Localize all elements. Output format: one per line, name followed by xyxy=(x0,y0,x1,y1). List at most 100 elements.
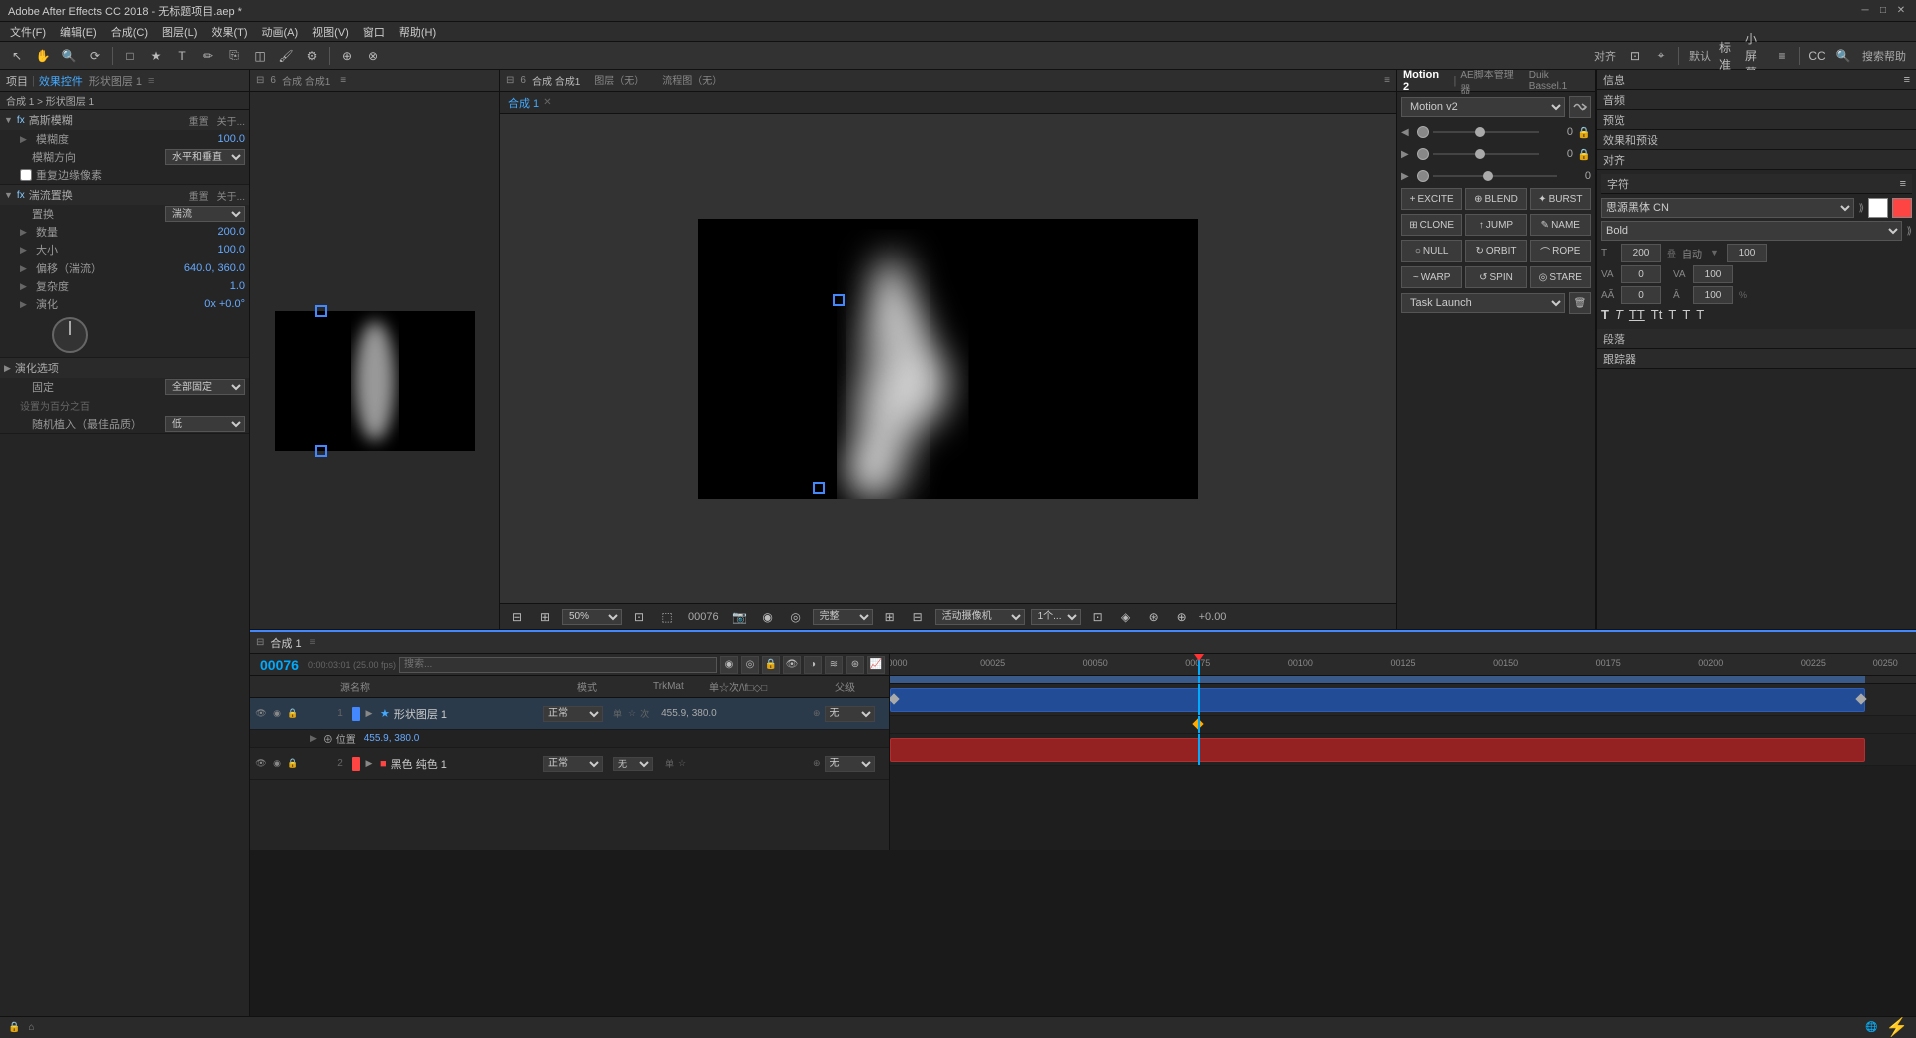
tool-select[interactable]: ↖ xyxy=(6,45,28,67)
burst-btn[interactable]: ✦ BURST xyxy=(1530,188,1591,210)
layer1-bar[interactable] xyxy=(890,688,1865,712)
evolution-dial[interactable] xyxy=(52,317,88,353)
slider3-track[interactable] xyxy=(1433,175,1557,177)
workspace-small[interactable]: 小屏幕 xyxy=(1745,45,1767,67)
rope-btn[interactable]: ⌒ ROPE xyxy=(1530,240,1591,262)
leading-input[interactable] xyxy=(1727,244,1767,262)
vc-camera2[interactable]: ⊕ xyxy=(1171,606,1193,628)
slider1-track[interactable] xyxy=(1433,131,1539,133)
transform-handle-bl[interactable] xyxy=(315,445,327,457)
stroke-color-swatch[interactable] xyxy=(1892,198,1912,218)
turbulent-reset[interactable]: 重置 xyxy=(189,188,209,203)
vc-region[interactable]: ⬚ xyxy=(656,606,678,628)
ae-icon-btn[interactable]: ⚡ xyxy=(1886,1017,1908,1038)
blur-dir-dropdown[interactable]: 水平和垂直 水平 垂直 xyxy=(165,149,245,165)
task-clear-btn[interactable]: 🗑 xyxy=(1569,292,1591,314)
layer1-solo[interactable]: ◉ xyxy=(270,707,284,721)
vc-overlay[interactable]: ⊛ xyxy=(1143,606,1165,628)
motion-version-dropdown[interactable]: Motion v2 Motion v1 xyxy=(1401,97,1565,117)
tool-shape-star[interactable]: ★ xyxy=(145,45,167,67)
size-value[interactable]: 100.0 xyxy=(217,244,245,256)
layer1-eye[interactable]: 👁 xyxy=(254,707,268,721)
quality-dropdown[interactable]: 完整 半 三分之一 xyxy=(813,609,873,625)
amount-value[interactable]: 200.0 xyxy=(217,226,245,238)
tool-pen[interactable]: ✏ xyxy=(197,45,219,67)
camera-dropdown[interactable]: 活动摄像机 xyxy=(935,609,1025,625)
tool-roto[interactable]: 🖌 xyxy=(275,45,297,67)
offset-value[interactable]: 640.0, 360.0 xyxy=(184,262,245,274)
superscript-btn[interactable]: T xyxy=(1668,307,1676,322)
reset-btn[interactable]: 重置 xyxy=(189,113,209,128)
tool-zoom[interactable]: 🔍 xyxy=(58,45,80,67)
subscript-btn[interactable]: T xyxy=(1682,307,1690,322)
zoom-dropdown[interactable]: 50% 100% 25% xyxy=(562,609,622,625)
vc-solo[interactable]: ◈ xyxy=(1115,606,1137,628)
status-globe[interactable]: 🌐 xyxy=(1865,1022,1877,1033)
vc-render-opt[interactable]: ◉ xyxy=(757,606,779,628)
tl-graph-btn[interactable]: 📈 xyxy=(867,656,885,674)
orbit-btn[interactable]: ↻ ORBIT xyxy=(1465,240,1526,262)
slider3-expand[interactable]: ▶ xyxy=(1401,171,1413,182)
comp-tab-close[interactable]: ✕ xyxy=(543,97,551,108)
tool-text[interactable]: T xyxy=(171,45,193,67)
strikethrough-btn[interactable]: T xyxy=(1696,307,1704,322)
tl-frame-blend-btn[interactable]: ≋ xyxy=(825,656,843,674)
bold-btn[interactable]: T xyxy=(1601,307,1609,322)
excite-btn[interactable]: + EXCITE xyxy=(1401,188,1462,210)
weight-arrow-btn[interactable]: ⟫ xyxy=(1906,226,1912,237)
tl-lock-btn[interactable]: 🔒 xyxy=(762,656,780,674)
repeat-edge-checkbox[interactable] xyxy=(20,169,32,181)
workspace-menu[interactable]: ≡ xyxy=(1771,45,1793,67)
layer-count-dropdown[interactable]: 1个... xyxy=(1031,609,1081,625)
clone-btn[interactable]: ⊞ CLONE xyxy=(1401,214,1462,236)
menu-edit[interactable]: 编辑(E) xyxy=(54,22,103,42)
tab-flowchart[interactable]: 流程图（无） xyxy=(654,70,730,91)
workspace-std[interactable]: 标准 xyxy=(1719,45,1741,67)
vc-preview2[interactable]: ⊟ xyxy=(907,606,929,628)
tl-shy-btn[interactable]: ◑ xyxy=(804,656,822,674)
layer1-mode[interactable]: 正常 xyxy=(543,706,603,722)
layer-row-1[interactable]: 👁 ◉ 🔒 1 ▶ ★ 形状图层 1 xyxy=(250,698,889,730)
pos-expand[interactable]: ▶ xyxy=(310,733,317,744)
slider3-thumb[interactable] xyxy=(1483,171,1493,181)
status-home[interactable]: ⌂ xyxy=(28,1022,34,1033)
name-btn[interactable]: ✎ NAME xyxy=(1530,214,1591,236)
layer1-switch2[interactable]: ☆ xyxy=(628,708,636,719)
layer2-eye[interactable]: 👁 xyxy=(254,757,268,771)
tl-motion-btn[interactable]: ◎ xyxy=(741,656,759,674)
menu-effect[interactable]: 效果(T) xyxy=(205,22,253,42)
vc-resize[interactable]: ⊞ xyxy=(879,606,901,628)
turbulent-header[interactable]: ▼ fx 湍流置换 重置 关于... xyxy=(0,185,249,205)
timeline-search[interactable] xyxy=(399,657,717,673)
lock-icon-2[interactable]: 🔒 xyxy=(1577,148,1591,161)
tracking-input[interactable] xyxy=(1621,265,1661,283)
layer1-switch3[interactable]: 次 xyxy=(640,707,649,720)
pin-dropdown[interactable]: 全部固定 无 xyxy=(165,379,245,395)
text-color-swatch[interactable] xyxy=(1868,198,1888,218)
lock-icon-1[interactable]: 🔒 xyxy=(1577,126,1591,139)
font-family-select[interactable]: 思源黑体 CN xyxy=(1601,198,1854,218)
slider1-expand[interactable]: ◀ xyxy=(1401,127,1413,138)
tool-puppet[interactable]: ⚙ xyxy=(301,45,323,67)
layer2-bar[interactable] xyxy=(890,738,1865,762)
turbulent-about[interactable]: 关于... xyxy=(217,188,245,203)
caps-btn[interactable]: Tt xyxy=(1651,307,1663,322)
comp-canvas-area[interactable] xyxy=(500,114,1396,603)
jump-btn[interactable]: ↑ JUMP xyxy=(1465,214,1526,236)
motion-icon-btn[interactable] xyxy=(1569,96,1591,118)
panel-project-tab[interactable]: 项目 xyxy=(6,73,28,89)
disp-type-dropdown[interactable]: 湍流 平滑湍流 xyxy=(165,206,245,222)
slider2-thumb[interactable] xyxy=(1475,149,1485,159)
layer2-lock[interactable]: 🔒 xyxy=(286,757,300,771)
layer2-solo[interactable]: ◉ xyxy=(270,757,284,771)
layer1-parent[interactable]: 无 xyxy=(825,706,875,722)
tool-clone[interactable]: ⎘ xyxy=(223,45,245,67)
layer2-mode[interactable]: 正常 xyxy=(543,756,603,772)
layer1-expand[interactable]: ▶ xyxy=(362,707,376,721)
tl-eye-btn[interactable]: 👁 xyxy=(783,656,801,674)
menu-animation[interactable]: 动画(A) xyxy=(256,22,305,42)
vc-camera[interactable]: 📷 xyxy=(729,606,751,628)
tab-layer[interactable]: 图层（无） xyxy=(586,70,652,91)
panel-shape-tab[interactable]: 形状图层 1 xyxy=(89,73,142,89)
about-btn[interactable]: 关于... xyxy=(217,113,245,128)
